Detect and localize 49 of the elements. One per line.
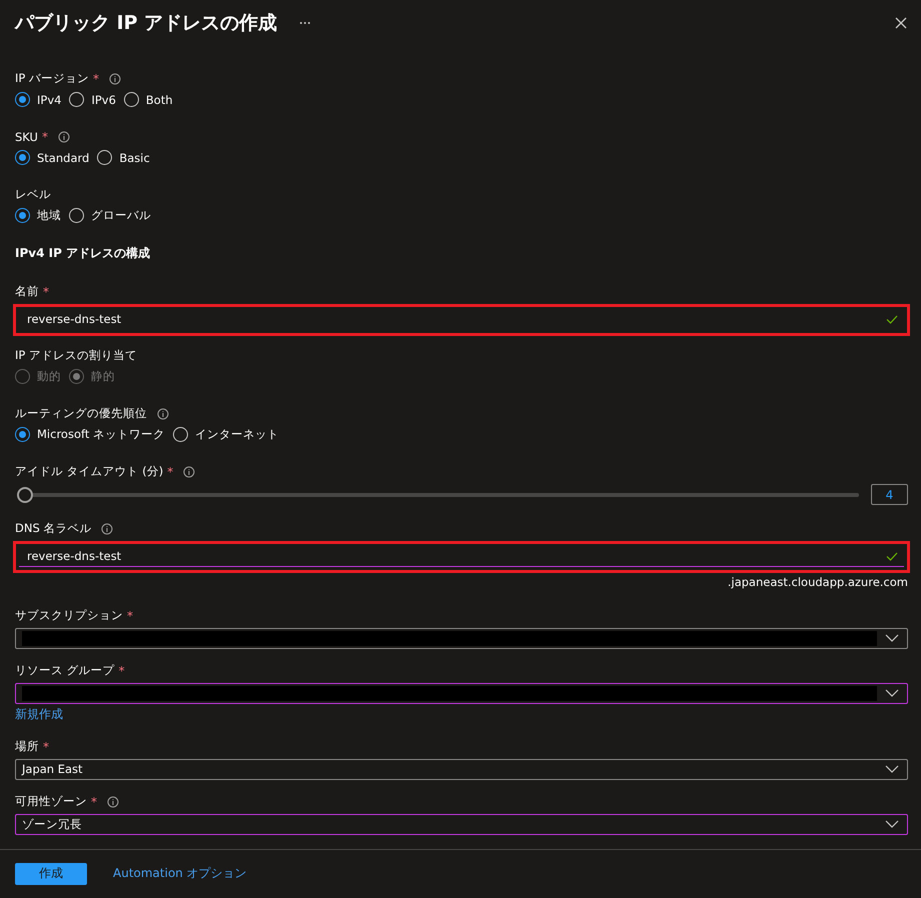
- panel-title: パブリック IP アドレスの作成: [15, 10, 278, 36]
- radio-option[interactable]: Basic: [97, 150, 150, 166]
- field-label: レベル: [15, 187, 51, 202]
- required-mark: *: [42, 130, 48, 144]
- radio-option[interactable]: IPv4: [15, 92, 62, 108]
- field-label: 場所: [15, 739, 39, 754]
- required-mark: *: [127, 608, 133, 623]
- checkmark-icon: [886, 552, 898, 561]
- dropdown[interactable]: [15, 682, 908, 704]
- radio-option[interactable]: Microsoft ネットワーク: [15, 427, 165, 442]
- field-label: 名前: [15, 284, 39, 300]
- required-mark: *: [167, 464, 174, 479]
- close-icon[interactable]: [895, 16, 907, 29]
- field-label: DNS 名ラベル: [15, 521, 92, 536]
- dropdown[interactable]: [15, 628, 908, 649]
- field-label: 可用性ゾーン: [15, 794, 87, 810]
- chevron-down-icon: [885, 765, 899, 774]
- section-heading: IPv4 IP アドレスの構成: [15, 244, 152, 262]
- radio-option[interactable]: グローバル: [69, 208, 151, 224]
- number-input[interactable]: 4: [871, 484, 908, 506]
- field-label: IP バージョン: [15, 71, 89, 86]
- chevron-down-icon: [885, 820, 899, 828]
- required-mark: *: [92, 72, 99, 86]
- radio-option[interactable]: インターネット: [173, 427, 279, 442]
- slider-thumb[interactable]: [17, 486, 33, 503]
- field-label: リソース グループ: [15, 663, 115, 678]
- field-label: ルーティングの優先順位: [15, 406, 147, 422]
- more-icon[interactable]: [299, 20, 312, 25]
- dropdown[interactable]: Japan East: [15, 758, 908, 780]
- create-new-link[interactable]: 新規作成: [15, 706, 908, 723]
- required-mark: *: [91, 794, 97, 809]
- checkmark-icon: [886, 314, 898, 324]
- field-label: IP アドレスの割り当て: [15, 348, 137, 364]
- radio-option[interactable]: Both: [124, 92, 173, 108]
- domain-suffix: .japaneast.cloudapp.azure.com: [728, 574, 908, 589]
- radio-option[interactable]: IPv6: [69, 92, 116, 108]
- dropdown[interactable]: ゾーン冗長: [15, 814, 908, 835]
- field-label: サブスクリプション: [15, 608, 123, 624]
- field-label: SKU: [15, 130, 38, 144]
- automation-options-link[interactable]: Automation オプション: [113, 865, 247, 882]
- radio-option[interactable]: 地域: [15, 208, 61, 224]
- chevron-down-icon: [885, 634, 899, 642]
- required-mark: *: [43, 284, 49, 299]
- chevron-down-icon: [885, 689, 899, 698]
- required-mark: *: [118, 664, 125, 678]
- radio-option[interactable]: Standard: [15, 150, 90, 166]
- required-mark: *: [43, 740, 49, 754]
- field-label: アイドル タイムアウト (分): [15, 464, 164, 480]
- create-button[interactable]: 作成: [15, 862, 87, 885]
